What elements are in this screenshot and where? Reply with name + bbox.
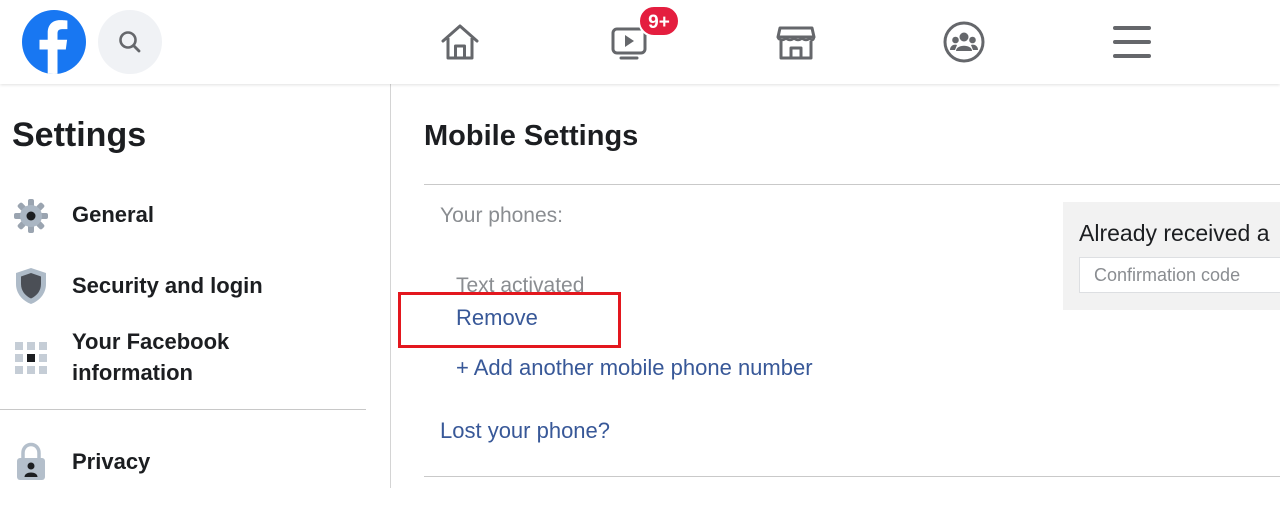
home-icon <box>441 24 479 60</box>
grid-icon <box>12 339 50 377</box>
hamburger-menu-icon <box>1113 26 1151 58</box>
confirmation-code-input[interactable] <box>1079 257 1280 293</box>
sidebar-item-general[interactable]: General <box>0 196 380 236</box>
divider <box>424 184 1280 185</box>
confirmation-prompt: Already received a <box>1079 220 1270 246</box>
store-icon <box>776 26 816 60</box>
gear-icon <box>12 197 50 235</box>
sidebar-item-label: Privacy <box>72 449 151 474</box>
sidebar-item-security[interactable]: Security and login <box>0 266 380 306</box>
confirmation-panel: Already received a <box>1063 202 1280 310</box>
facebook-logo-icon[interactable] <box>22 10 86 74</box>
shield-icon <box>12 267 50 305</box>
lock-icon <box>12 442 50 481</box>
search-button[interactable] <box>98 10 162 74</box>
remove-phone-link[interactable]: Remove <box>456 305 538 331</box>
page-title: Mobile Settings <box>424 120 639 152</box>
tab-menu[interactable] <box>1106 16 1158 68</box>
mobile-settings-panel: Mobile Settings Your phones: Text activa… <box>392 84 1280 521</box>
top-navigation-bar: 9+ <box>0 0 1280 84</box>
tab-home[interactable] <box>434 16 486 68</box>
sidebar-item-label: Security and login <box>72 273 263 298</box>
sidebar-item-your-facebook-information[interactable]: Your Facebook information <box>0 326 380 390</box>
settings-sidebar: Settings General Security and login Your… <box>0 84 391 488</box>
lost-phone-link[interactable]: Lost your phone? <box>440 418 610 444</box>
tab-marketplace[interactable] <box>770 16 822 68</box>
search-icon <box>119 31 141 53</box>
sidebar-title: Settings <box>12 116 147 154</box>
divider <box>424 476 1280 477</box>
add-phone-link[interactable]: + Add another mobile phone number <box>456 355 813 381</box>
sidebar-divider <box>0 409 366 410</box>
tab-groups[interactable] <box>938 16 990 68</box>
sidebar-item-label: Your Facebook information <box>72 329 230 385</box>
groups-icon <box>943 21 985 63</box>
sidebar-item-privacy[interactable]: Privacy <box>0 442 380 482</box>
sidebar-item-label: General <box>72 202 154 227</box>
phones-label: Your phones: <box>440 204 563 227</box>
notification-badge: 9+ <box>638 5 680 37</box>
